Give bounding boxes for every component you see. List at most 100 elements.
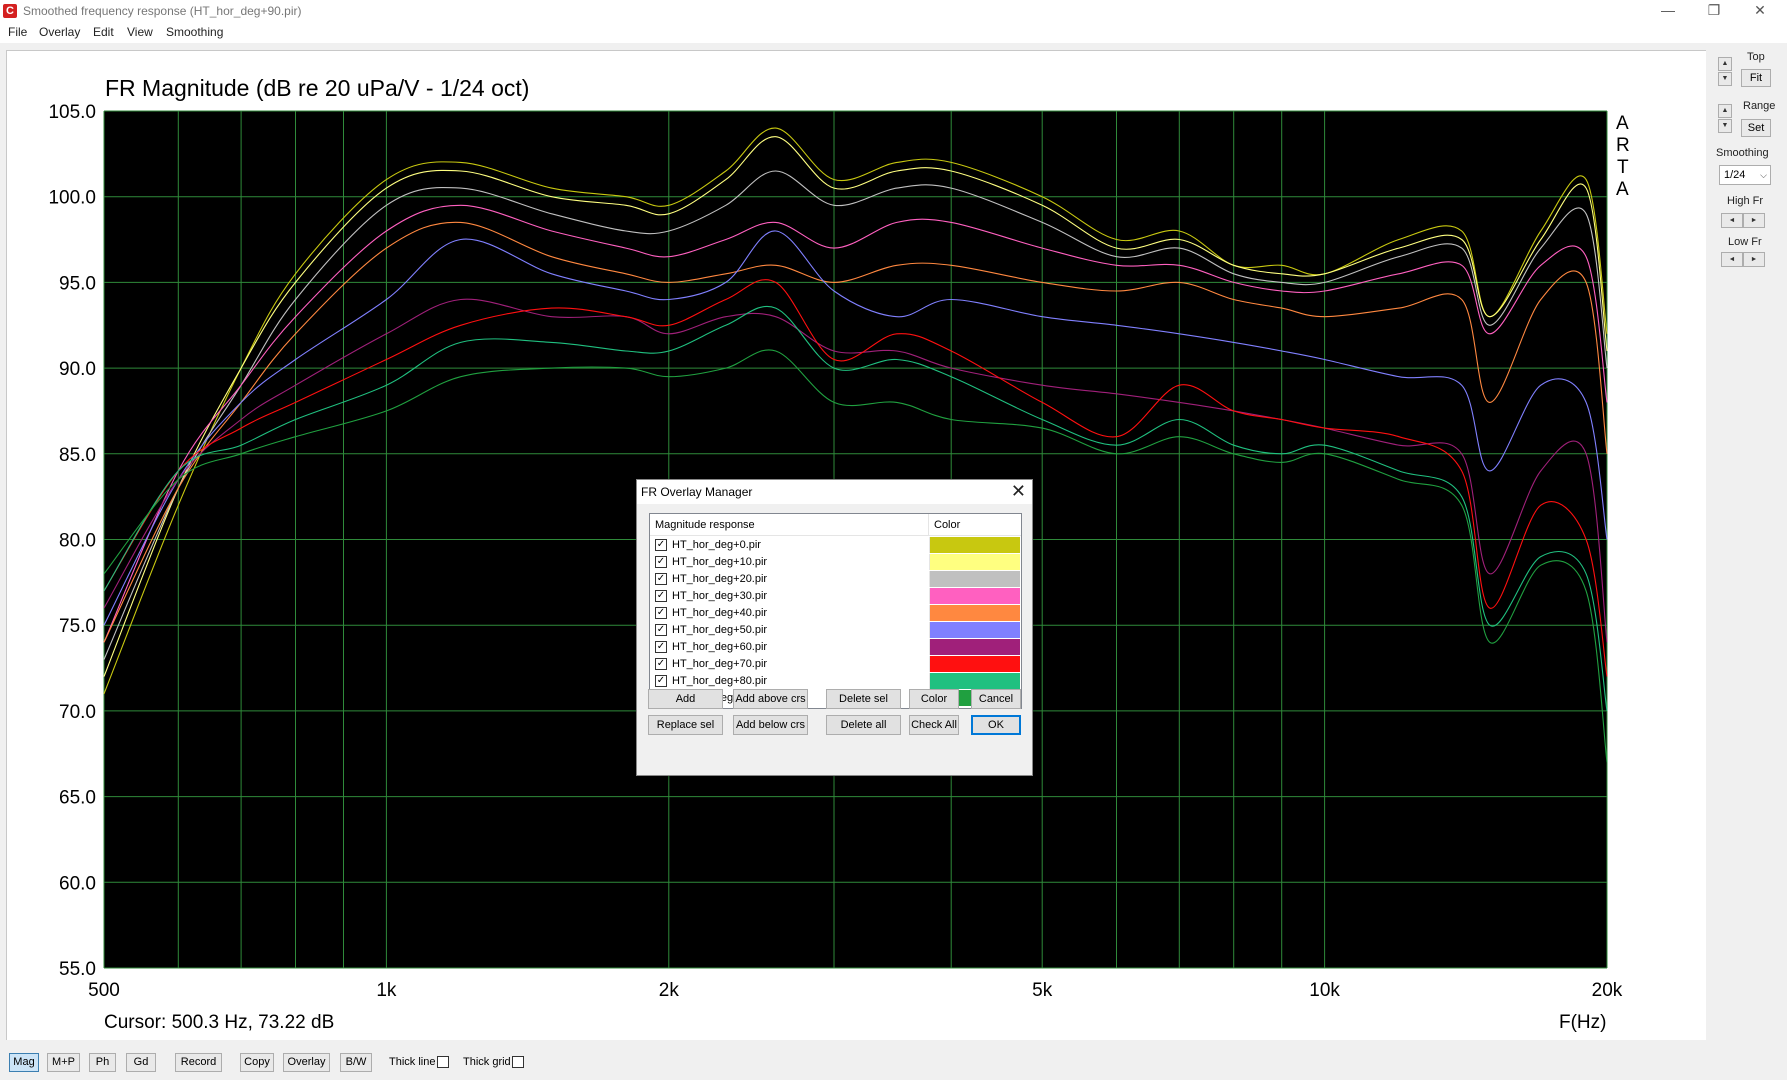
row-checkbox[interactable]: ✓ xyxy=(655,641,667,653)
thick-grid-label: Thick grid xyxy=(463,1056,511,1068)
list-item[interactable]: ✓ HT_hor_deg+60.pir xyxy=(650,639,1021,656)
high-fr-right-button[interactable]: ► xyxy=(1743,213,1765,228)
list-header: Magnitude response Color xyxy=(650,514,1021,536)
mp-button[interactable]: M+P xyxy=(47,1053,80,1072)
delete-all-button[interactable]: Delete all xyxy=(826,715,901,735)
range-label: Range xyxy=(1743,100,1776,112)
dialog-title-bar: FR Overlay Manager ✕ xyxy=(637,480,1032,504)
replace-sel-button[interactable]: Replace sel xyxy=(648,715,723,735)
menu-edit[interactable]: Edit xyxy=(93,25,114,39)
color-swatch[interactable] xyxy=(929,639,1020,655)
menu-smoothing[interactable]: Smoothing xyxy=(166,25,223,39)
overlay-manager-dialog: FR Overlay Manager ✕ Magnitude response … xyxy=(636,479,1033,776)
color-swatch[interactable] xyxy=(929,673,1020,689)
add-above-button[interactable]: Add above crs xyxy=(733,689,808,709)
row-checkbox[interactable]: ✓ xyxy=(655,539,667,551)
top-down-spin[interactable]: ▼ xyxy=(1718,72,1732,86)
close-icon[interactable]: ✕ xyxy=(1011,481,1026,502)
chevron-down-icon: ⌵ xyxy=(1760,170,1767,180)
delete-sel-button[interactable]: Delete sel xyxy=(826,689,901,709)
ok-button[interactable]: OK xyxy=(971,715,1021,735)
bottom-toolbar: Mag M+P Ph Gd Record Copy Overlay B/W Th… xyxy=(0,1050,1787,1080)
mag-button[interactable]: Mag xyxy=(9,1053,39,1072)
cancel-button[interactable]: Cancel xyxy=(971,689,1021,709)
color-swatch[interactable] xyxy=(929,554,1020,570)
menu-overlay[interactable]: Overlay xyxy=(39,25,80,39)
color-swatch[interactable] xyxy=(929,656,1020,672)
color-swatch[interactable] xyxy=(929,571,1020,587)
set-button[interactable]: Set xyxy=(1741,119,1771,137)
y-tick-label: 70.0 xyxy=(59,702,96,723)
chart-title: FR Magnitude (dB re 20 uPa/V - 1/24 oct) xyxy=(105,75,529,101)
thick-grid-checkbox[interactable] xyxy=(512,1056,524,1068)
smoothing-select[interactable]: 1/24 ⌵ xyxy=(1719,165,1771,185)
maximize-button[interactable]: ❐ xyxy=(1691,0,1737,23)
menu-bar: File Overlay Edit View Smoothing xyxy=(0,23,1787,43)
x-tick-labels: 500 1k 2k 5k 10k 20k xyxy=(88,980,1623,1001)
minimize-button[interactable]: — xyxy=(1645,0,1691,23)
row-checkbox[interactable]: ✓ xyxy=(655,556,667,568)
copy-button[interactable]: Copy xyxy=(240,1053,274,1072)
list-item[interactable]: ✓ HT_hor_deg+50.pir xyxy=(650,622,1021,639)
color-swatch[interactable] xyxy=(929,605,1020,621)
y-tick-labels: 105.0 100.0 95.0 90.0 85.0 80.0 75.0 70.0 65.0 60… xyxy=(48,102,96,980)
row-checkbox[interactable]: ✓ xyxy=(655,675,667,687)
top-up-spin[interactable]: ▲ xyxy=(1718,57,1732,71)
overlay-list[interactable]: Magnitude response Color ✓ HT_hor_deg+0.p… xyxy=(649,513,1022,709)
window-title: Smoothed frequency response (HT_hor_deg+… xyxy=(23,4,302,18)
row-checkbox[interactable]: ✓ xyxy=(655,573,667,585)
x-tick-label: 1k xyxy=(376,980,397,1001)
row-checkbox[interactable]: ✓ xyxy=(655,590,667,602)
low-fr-label: Low Fr xyxy=(1728,236,1762,248)
check-all-button[interactable]: Check All xyxy=(909,715,959,735)
row-filename: HT_hor_deg+10.pir xyxy=(672,556,768,568)
add-below-button[interactable]: Add below crs xyxy=(733,715,808,735)
brand-letters: A R T A xyxy=(1616,113,1630,200)
x-tick-label: 500 xyxy=(88,980,120,1001)
range-up-spin[interactable]: ▲ xyxy=(1718,104,1732,118)
low-fr-left-button[interactable]: ◄ xyxy=(1721,252,1743,267)
list-item[interactable]: ✓ HT_hor_deg+20.pir xyxy=(650,571,1021,588)
overlay-button[interactable]: Overlay xyxy=(283,1053,330,1072)
x-unit-label: F(Hz) xyxy=(1559,1012,1606,1033)
record-button[interactable]: Record xyxy=(175,1053,222,1072)
row-checkbox[interactable]: ✓ xyxy=(655,607,667,619)
color-button[interactable]: Color xyxy=(909,689,959,709)
color-swatch[interactable] xyxy=(929,537,1020,553)
thick-line-checkbox[interactable] xyxy=(437,1056,449,1068)
brand-letter: A xyxy=(1616,113,1629,134)
brand-letter: T xyxy=(1617,157,1629,178)
list-item[interactable]: ✓ HT_hor_deg+10.pir xyxy=(650,554,1021,571)
row-filename: HT_hor_deg+30.pir xyxy=(672,590,768,602)
column-header-color[interactable]: Color xyxy=(934,519,960,531)
row-checkbox[interactable]: ✓ xyxy=(655,658,667,670)
smoothing-label: Smoothing xyxy=(1716,147,1769,159)
add-button[interactable]: Add xyxy=(648,689,723,709)
high-fr-left-button[interactable]: ◄ xyxy=(1721,213,1743,228)
color-swatch[interactable] xyxy=(929,588,1020,604)
low-fr-right-button[interactable]: ► xyxy=(1743,252,1765,267)
fit-button[interactable]: Fit xyxy=(1741,69,1771,87)
menu-file[interactable]: File xyxy=(8,25,27,39)
close-button[interactable]: ✕ xyxy=(1737,0,1783,23)
list-item[interactable]: ✓ HT_hor_deg+0.pir xyxy=(650,537,1021,554)
x-tick-label: 10k xyxy=(1309,980,1340,1001)
list-item[interactable]: ✓ HT_hor_deg+70.pir xyxy=(650,656,1021,673)
thick-line-label: Thick line xyxy=(389,1056,436,1068)
list-item[interactable]: ✓ HT_hor_deg+40.pir xyxy=(650,605,1021,622)
high-fr-label: High Fr xyxy=(1727,195,1764,207)
column-header-response[interactable]: Magnitude response xyxy=(655,519,755,531)
color-swatch[interactable] xyxy=(929,622,1020,638)
right-control-panel: ▲ ▼ Top Fit ▲ ▼ Range Set Smoothing 1/24… xyxy=(1707,43,1787,1033)
range-down-spin[interactable]: ▼ xyxy=(1718,119,1732,133)
ph-button[interactable]: Ph xyxy=(89,1053,116,1072)
list-item[interactable]: ✓ HT_hor_deg+30.pir xyxy=(650,588,1021,605)
row-checkbox[interactable]: ✓ xyxy=(655,624,667,636)
gd-button[interactable]: Gd xyxy=(126,1053,156,1072)
column-separator xyxy=(928,514,929,536)
row-filename: HT_hor_deg+80.pir xyxy=(672,675,768,687)
x-tick-label: 5k xyxy=(1032,980,1053,1001)
bw-button[interactable]: B/W xyxy=(340,1053,372,1072)
menu-view[interactable]: View xyxy=(127,25,153,39)
list-item[interactable]: ✓ HT_hor_deg+80.pir xyxy=(650,673,1021,690)
